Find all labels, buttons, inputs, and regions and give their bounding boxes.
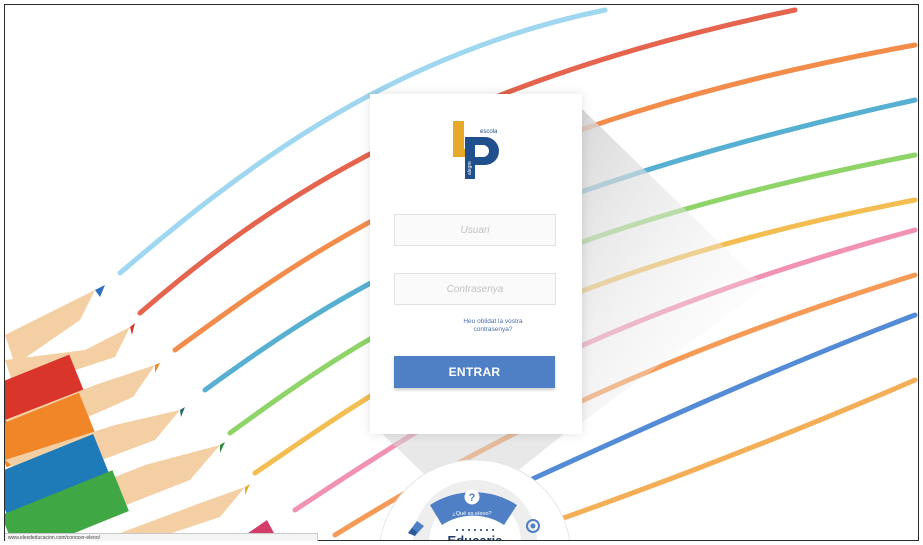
- eraser-icon[interactable]: [405, 517, 427, 537]
- school-logo: escola alegre: [453, 121, 499, 179]
- brand-dots: [456, 529, 494, 531]
- help-label[interactable]: ¿Qué es eleoo?: [444, 511, 500, 517]
- username-input[interactable]: [394, 214, 556, 246]
- colored-pencils: [5, 285, 275, 540]
- password-input[interactable]: [394, 273, 556, 305]
- logo-text-side: alegre: [467, 161, 473, 175]
- forgot-password-link[interactable]: Heu oblidat la vostra contrasenya?: [445, 318, 541, 334]
- login-button[interactable]: ENTRAR: [394, 356, 555, 388]
- browser-viewport: escola alegre Heu oblidat la vostra cont…: [4, 4, 919, 541]
- educaria-brand[interactable]: Educaria: [443, 533, 507, 540]
- settings-icon[interactable]: [524, 517, 542, 535]
- help-icon[interactable]: ?: [463, 488, 481, 506]
- status-bar-url: www.elesdeducacion.com/conocer-eleoo/: [5, 533, 318, 541]
- logo-text-top: escola: [480, 129, 498, 135]
- svg-text:?: ?: [469, 492, 476, 504]
